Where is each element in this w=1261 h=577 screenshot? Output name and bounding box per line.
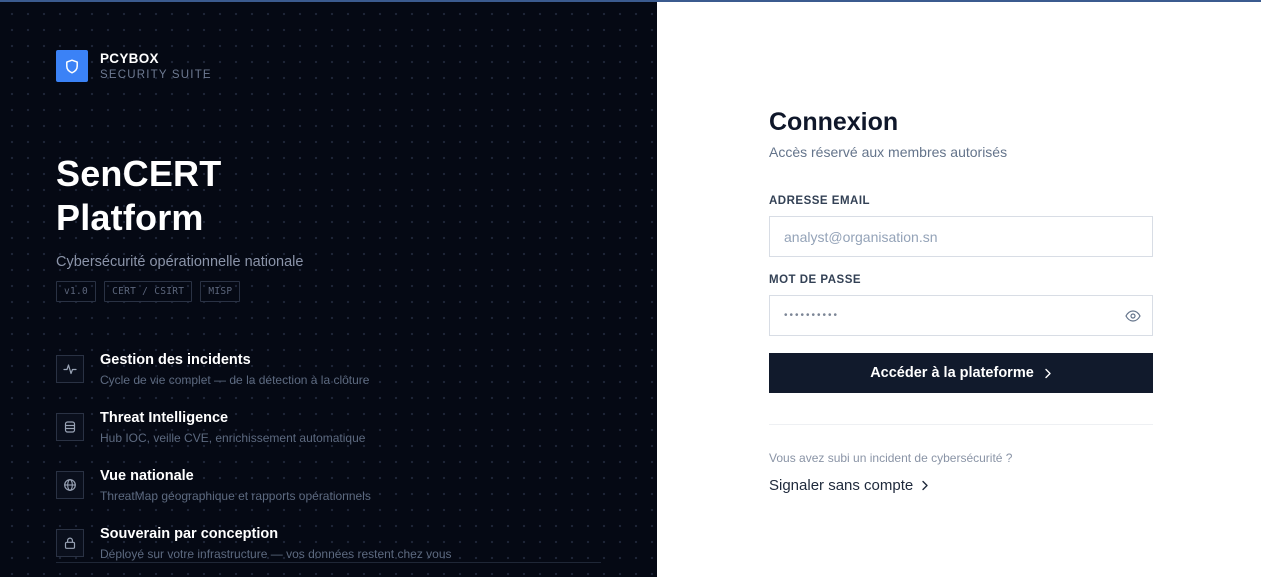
login-title: Connexion <box>769 108 899 136</box>
login-subtitle: Accès réservé aux membres autorisés <box>769 144 1008 160</box>
chevron-right-icon <box>922 480 928 491</box>
tag-version: v1.0 <box>56 281 97 302</box>
shield-logo-icon <box>56 50 88 82</box>
feature-item-threat-intel: Threat Intelligence Hub IOC, veille CVE,… <box>56 408 601 466</box>
tag-list: v1.0 CERT / CSIRT MISP <box>56 281 241 302</box>
tag-cert: CERT / CSIRT <box>104 281 193 302</box>
feature-title: Gestion des incidents <box>100 352 251 368</box>
feature-title: Vue nationale <box>100 468 194 484</box>
feature-item-incidents: Gestion des incidents Cycle de vie compl… <box>56 350 601 408</box>
brand-panel: PCYBOX SECURITY SUITE SenCERT Platform C… <box>0 2 657 577</box>
show-password-eye-icon[interactable] <box>1124 307 1142 325</box>
password-input[interactable] <box>769 295 1153 336</box>
feature-description: Hub IOC, veille CVE, enrichissement auto… <box>100 431 366 445</box>
feature-list: Gestion des incidents Cycle de vie compl… <box>56 350 601 577</box>
feature-title: Threat Intelligence <box>100 410 229 426</box>
divider <box>769 424 1153 425</box>
email-label: ADRESSE EMAIL <box>769 195 871 207</box>
password-label: MOT DE PASSE <box>769 274 862 286</box>
feature-title: Souverain par conception <box>100 526 279 542</box>
login-panel: Connexion Accès réservé aux membres auto… <box>657 2 1261 577</box>
feature-item-sovereign: Souverain par conception Déployé sur vot… <box>56 524 601 577</box>
report-without-account-link[interactable]: Signaler sans compte <box>769 477 929 494</box>
activity-icon <box>56 355 84 383</box>
brand-tagline: SECURITY SUITE <box>100 68 212 81</box>
brand-name: PCYBOX <box>100 50 159 66</box>
lock-icon <box>56 529 84 557</box>
email-input[interactable] <box>769 216 1153 257</box>
hero-title: SenCERT Platform <box>56 153 222 238</box>
database-icon <box>56 413 84 441</box>
tag-misp: MISP <box>200 281 241 302</box>
feature-description: Déployé sur votre infrastructure — vos d… <box>100 547 452 561</box>
submit-button[interactable]: Accéder à la plateforme <box>769 353 1153 393</box>
feature-description: Cycle de vie complet — de la détection à… <box>100 373 370 387</box>
brand: PCYBOX SECURITY SUITE <box>56 50 212 82</box>
incident-question: Vous avez subi un incident de cybersécur… <box>769 451 1013 465</box>
feature-item-national-view: Vue nationale ThreatMap géographique et … <box>56 466 601 524</box>
globe-icon <box>56 471 84 499</box>
feature-description: ThreatMap géographique et rapports opéra… <box>100 489 371 503</box>
chevron-right-icon <box>1045 368 1051 378</box>
submit-label: Accéder à la plateforme <box>870 365 1034 381</box>
divider <box>56 562 601 563</box>
hero-subtitle: Cybersécurité opérationnelle nationale <box>56 254 304 270</box>
report-link-label: Signaler sans compte <box>769 477 914 494</box>
